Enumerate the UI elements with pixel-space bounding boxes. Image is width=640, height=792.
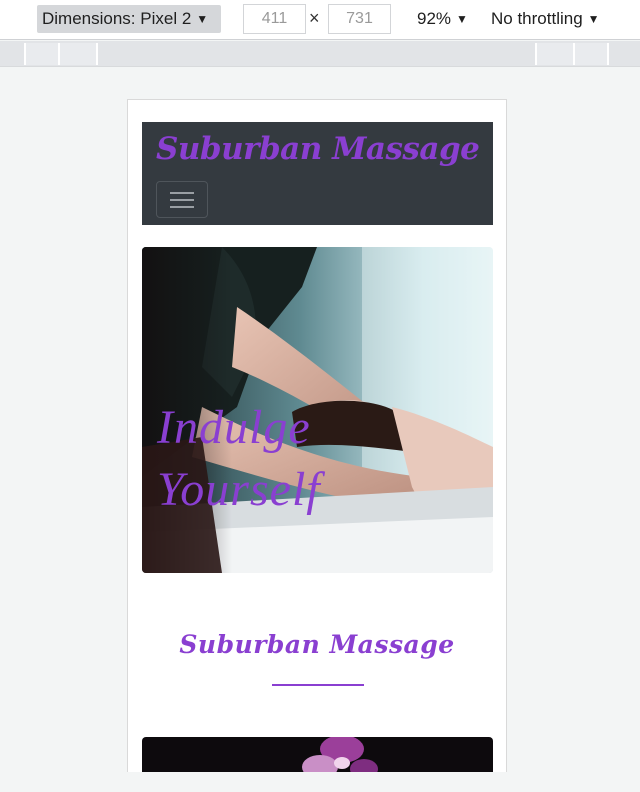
section-divider (272, 684, 364, 686)
media-query-segment[interactable] (24, 43, 60, 65)
media-query-segment[interactable] (58, 43, 98, 65)
hero-title-line: Indulge (157, 401, 311, 454)
devtools-device-toolbar: Dimensions: Pixel 2 ▼ 411 × 731 92% ▼ No t… (0, 0, 640, 40)
caret-down-icon: ▼ (587, 12, 600, 26)
device-dimensions-label: Dimensions: Pixel 2 (42, 9, 192, 28)
device-viewport: Suburban Massage Indulge Yourself Suburb… (127, 99, 507, 772)
zoom-dropdown[interactable]: 92% ▼ (417, 5, 468, 33)
caret-down-icon: ▼ (456, 12, 468, 26)
throttling-dropdown[interactable]: No throttling ▼ (491, 5, 600, 33)
times-icon: × (309, 8, 320, 28)
width-input[interactable]: 411 (243, 4, 306, 34)
throttling-label: No throttling (491, 9, 583, 28)
caret-down-icon: ▼ (196, 12, 209, 26)
hero-title: Indulge Yourself (157, 397, 321, 521)
height-input[interactable]: 731 (328, 4, 391, 34)
orchid-image (142, 737, 493, 772)
media-query-segment[interactable] (573, 43, 609, 65)
navbar-brand[interactable]: Suburban Massage (156, 131, 480, 167)
device-dimensions-dropdown[interactable]: Dimensions: Pixel 2 ▼ (37, 5, 221, 33)
media-query-bar (0, 41, 640, 67)
hero-title-line: Yourself (157, 463, 321, 516)
menu-toggle-button[interactable] (156, 181, 208, 218)
zoom-label: 92% (417, 9, 452, 28)
section-title: Suburban Massage (179, 630, 455, 659)
navbar: Suburban Massage (142, 122, 493, 225)
hero-banner: Indulge Yourself (142, 247, 493, 573)
media-query-segment[interactable] (535, 43, 575, 65)
